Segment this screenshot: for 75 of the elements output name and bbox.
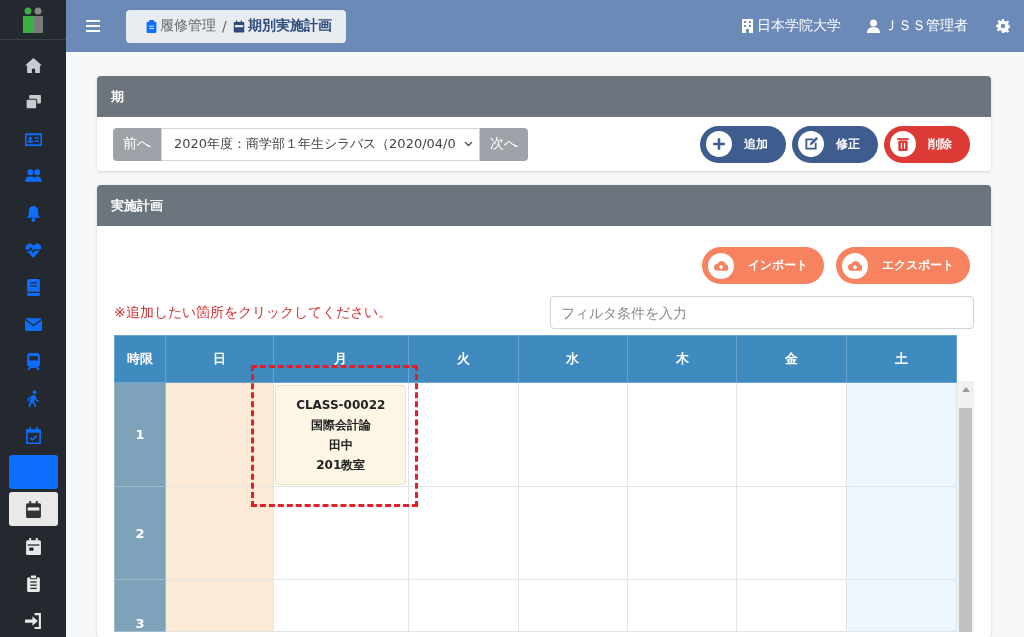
- cloud-upload-icon: [714, 258, 728, 273]
- calendar-check-icon: [24, 426, 42, 444]
- users-icon: [24, 167, 42, 185]
- timetable-cell[interactable]: [165, 486, 274, 580]
- clipboard-list-icon: [24, 574, 42, 592]
- id-card-icon: [24, 130, 42, 148]
- instruction-text: ※追加したい箇所をクリックしてください。: [114, 303, 392, 322]
- institution-name: 日本学院大学: [757, 17, 841, 35]
- timetable-cell[interactable]: [627, 486, 737, 580]
- timetable-cell[interactable]: [165, 579, 274, 632]
- bell-icon: [24, 204, 42, 222]
- plus-icon: [712, 137, 726, 151]
- breadcrumb-link[interactable]: 履修管理: [160, 17, 216, 35]
- timetable-cell[interactable]: [408, 382, 519, 487]
- clipboard-icon: [146, 19, 157, 33]
- edit-button[interactable]: 修正: [792, 125, 878, 163]
- home-icon: [24, 56, 42, 74]
- timetable-cell[interactable]: [736, 382, 847, 487]
- calendar-icon: [232, 19, 245, 33]
- pen-square-icon: [804, 137, 818, 151]
- timetable-cell[interactable]: [627, 579, 737, 632]
- panel-title: 期: [97, 76, 991, 117]
- sidebar-item[interactable]: [8, 492, 58, 526]
- logo-icon: [22, 6, 44, 33]
- timetable-cell[interactable]: [408, 486, 519, 580]
- column-header: 火: [408, 335, 519, 383]
- cloud-download-icon: [848, 258, 862, 273]
- timetable-cell[interactable]: [165, 382, 274, 487]
- timetable-cell[interactable]: [736, 486, 847, 580]
- timetable-cell[interactable]: [627, 382, 737, 487]
- add-button[interactable]: 追加: [700, 125, 786, 163]
- timetable-cell[interactable]: [273, 579, 409, 632]
- timetable-cell[interactable]: [518, 382, 628, 487]
- column-header: 日: [165, 335, 274, 383]
- settings-icon[interactable]: [996, 19, 1010, 33]
- timetable-cell[interactable]: [518, 579, 628, 632]
- scroll-up-icon[interactable]: [961, 386, 970, 392]
- delete-button[interactable]: 削除: [884, 125, 970, 163]
- heart-pulse-icon: [24, 241, 42, 259]
- scrollbar[interactable]: [957, 381, 974, 632]
- building-icon: [742, 19, 753, 33]
- current-page-link[interactable]: 期別実施計画: [247, 17, 332, 35]
- timetable-cell[interactable]: [736, 579, 847, 632]
- trash-icon: [896, 137, 910, 151]
- calendar-icon: [24, 500, 42, 518]
- sign-in-icon: [24, 611, 42, 629]
- envelope-icon: [24, 315, 42, 333]
- timetable-cell[interactable]: [846, 579, 957, 632]
- timetable-cell[interactable]: [846, 382, 957, 487]
- breadcrumb-separator: /: [222, 18, 227, 34]
- user-icon: [867, 19, 880, 33]
- timetable-cell[interactable]: [273, 486, 409, 580]
- column-header: 木: [627, 335, 737, 383]
- class-card[interactable]: CLASS-00022 国際会計論 田中 201教室: [275, 384, 407, 485]
- user-name[interactable]: ＪＳＳ管理者: [884, 17, 968, 35]
- column-header: 月: [273, 335, 409, 383]
- period-cell: 2: [114, 486, 166, 580]
- timetable-cell[interactable]: [408, 579, 519, 632]
- column-header: 時限: [114, 335, 166, 383]
- column-header: 土: [846, 335, 957, 383]
- period-cell: 3: [114, 579, 166, 632]
- book-icon: [24, 278, 42, 296]
- calendar-icon: [24, 537, 42, 555]
- period-cell: 1: [114, 382, 166, 487]
- column-header: 金: [736, 335, 847, 383]
- timetable-cell[interactable]: [518, 486, 628, 580]
- cards-icon: [24, 93, 42, 111]
- panel-title: 実施計画: [97, 185, 991, 226]
- period-select[interactable]: 2020年度：商学部１年生シラバス（2020/04/0: [161, 127, 480, 161]
- column-header: 水: [518, 335, 628, 383]
- train-icon: [24, 352, 42, 370]
- chevron-down-icon: [463, 141, 473, 147]
- filter-field[interactable]: フィルタ条件を入力: [550, 296, 974, 329]
- timetable-cell[interactable]: [846, 486, 957, 580]
- menu-icon[interactable]: [86, 20, 100, 32]
